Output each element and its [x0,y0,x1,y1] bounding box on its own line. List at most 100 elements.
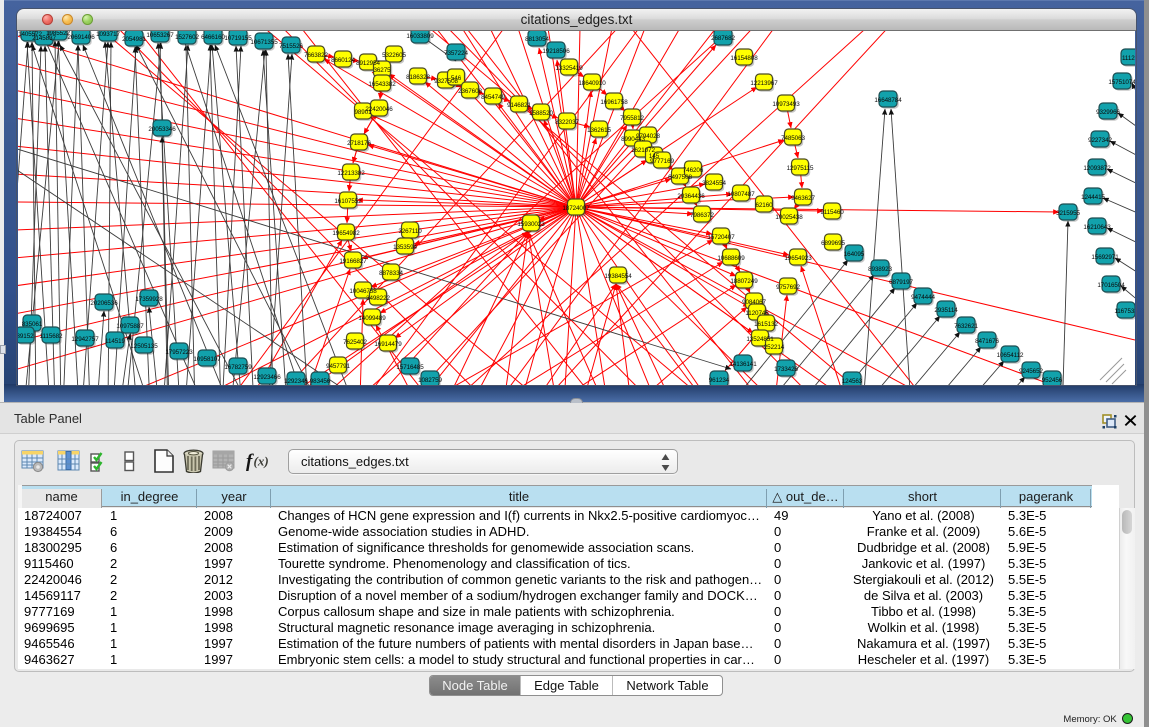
svg-text:1527602: 1527602 [175,34,199,41]
svg-text:20053346: 20053346 [148,126,176,133]
svg-text:12942757: 12942757 [71,336,99,343]
svg-text:16961758: 16961758 [600,99,628,106]
svg-text:15930023: 15930023 [517,221,545,228]
svg-text:16782759: 16782759 [224,364,252,371]
svg-text:10671355: 10671355 [250,39,278,46]
svg-text:114519: 114519 [105,338,126,345]
svg-text:19654923: 19654923 [784,255,812,262]
svg-text:2054981: 2054981 [122,36,146,43]
svg-text:8938923: 8938923 [868,266,892,273]
svg-text:14099489: 14099489 [358,315,386,322]
svg-text:9227342: 9227342 [1088,137,1112,144]
svg-text:19384554: 19384554 [604,273,632,280]
svg-text:2367608: 2367608 [458,88,482,95]
svg-text:8454749: 8454749 [481,94,505,101]
svg-text:5322605: 5322605 [382,52,406,59]
svg-text:16033809: 16033809 [406,33,434,40]
svg-text:9757692: 9757692 [776,284,800,291]
svg-text:2687682: 2687682 [711,35,735,42]
svg-text:3824554: 3824554 [702,180,726,187]
svg-text:6497508: 6497508 [668,174,692,181]
svg-text:(x): (x) [254,454,269,469]
svg-text:9457791: 9457791 [326,363,350,370]
svg-text:19218506: 19218506 [542,48,570,55]
svg-text:1353594: 1353594 [393,244,417,251]
svg-text:12923466: 12923466 [253,374,281,381]
svg-text:15751074: 15751074 [1108,79,1135,86]
svg-text:12975115: 12975115 [787,165,814,172]
svg-text:7955812: 7955812 [620,115,644,122]
svg-text:7986372: 7986372 [690,212,714,219]
svg-text:10958107: 10958107 [193,356,221,363]
svg-text:12213967: 12213967 [750,80,778,87]
svg-text:7485063: 7485063 [781,135,805,142]
svg-text:9794028: 9794028 [636,133,660,140]
svg-text:1588520: 1588520 [529,110,553,117]
svg-text:20691406: 20691406 [67,34,95,41]
svg-text:17016504: 17016504 [1097,282,1125,289]
svg-text:2718176: 2718176 [347,140,371,147]
svg-text:8322037: 8322037 [555,119,579,126]
svg-text:12505135: 12505135 [130,343,158,350]
svg-text:8471676: 8471676 [975,338,999,345]
svg-text:9084067: 9084067 [742,299,766,306]
svg-text:17359928: 17359928 [135,296,163,303]
svg-text:1362615: 1362615 [587,127,611,134]
svg-text:16210643: 16210643 [1083,224,1111,231]
svg-text:10973493: 10973493 [772,101,800,108]
svg-text:10807487: 10807487 [727,191,755,198]
svg-text:7663822: 7663822 [304,52,328,59]
svg-text:6466160: 6466160 [201,34,225,41]
svg-text:3267110: 3267110 [398,228,422,235]
svg-text:6879197: 6879197 [889,279,913,286]
svg-text:8186328: 8186328 [406,74,430,81]
svg-text:19166827: 19166827 [339,258,367,265]
svg-text:16543382: 16543382 [368,81,396,88]
svg-text:15692971: 15692971 [1091,254,1119,261]
svg-text:12213382: 12213382 [337,170,365,177]
svg-text:9146821: 9146821 [507,102,531,109]
svg-text:9463627: 9463627 [791,195,815,202]
svg-text:7515526: 7515526 [279,43,303,50]
svg-text:9474444: 9474444 [911,294,935,301]
svg-text:3215955: 3215955 [1056,210,1080,217]
svg-text:835061: 835061 [22,321,43,328]
svg-text:8912954: 8912954 [356,60,380,67]
svg-text:20364436: 20364436 [677,193,705,200]
svg-text:546: 546 [451,75,462,82]
svg-text:10975887: 10975887 [116,323,144,330]
svg-text:11123: 11123 [1122,55,1135,62]
svg-text:10654112: 10654112 [997,352,1024,359]
svg-text:7632621: 7632621 [954,323,978,330]
svg-text:20206536: 20206536 [90,300,118,307]
svg-text:9777169: 9777169 [650,158,674,165]
svg-text:1615132: 1615132 [754,321,778,328]
svg-text:7625402: 7625402 [343,339,367,346]
svg-text:17957223: 17957223 [165,349,193,356]
svg-text:746206: 746206 [683,167,704,174]
svg-text:9245652: 9245652 [1019,368,1043,375]
svg-text:10653267: 10653267 [146,32,174,39]
svg-text:16154808: 16154808 [730,55,758,62]
svg-text:9329966: 9329966 [1096,109,1120,116]
svg-text:1167533: 1167533 [1114,308,1135,315]
svg-text:18807249: 18807249 [730,278,758,285]
svg-text:164095: 164095 [844,251,865,258]
svg-text:18640910: 18640910 [578,80,606,87]
svg-text:15716485: 15716485 [396,364,424,371]
svg-text:2935114: 2935114 [934,307,958,314]
svg-text:13524851: 13524851 [746,336,774,343]
svg-text:8660124: 8660124 [331,57,355,64]
svg-text:8878334: 8878334 [379,270,403,277]
svg-text:3498222: 3498222 [366,295,390,302]
svg-text:36275: 36275 [373,67,391,74]
svg-text:1115682: 1115682 [40,333,63,340]
svg-text:10688609: 10688609 [717,255,745,262]
svg-text:983456: 983456 [310,378,331,385]
svg-text:1244415: 1244415 [1081,194,1105,201]
svg-text:6899695: 6899695 [821,240,845,247]
svg-text:124563: 124563 [842,378,863,385]
svg-text:1733426: 1733426 [774,366,798,373]
svg-text:22420046: 22420046 [365,106,393,113]
svg-text:16914479: 16914479 [374,341,402,348]
